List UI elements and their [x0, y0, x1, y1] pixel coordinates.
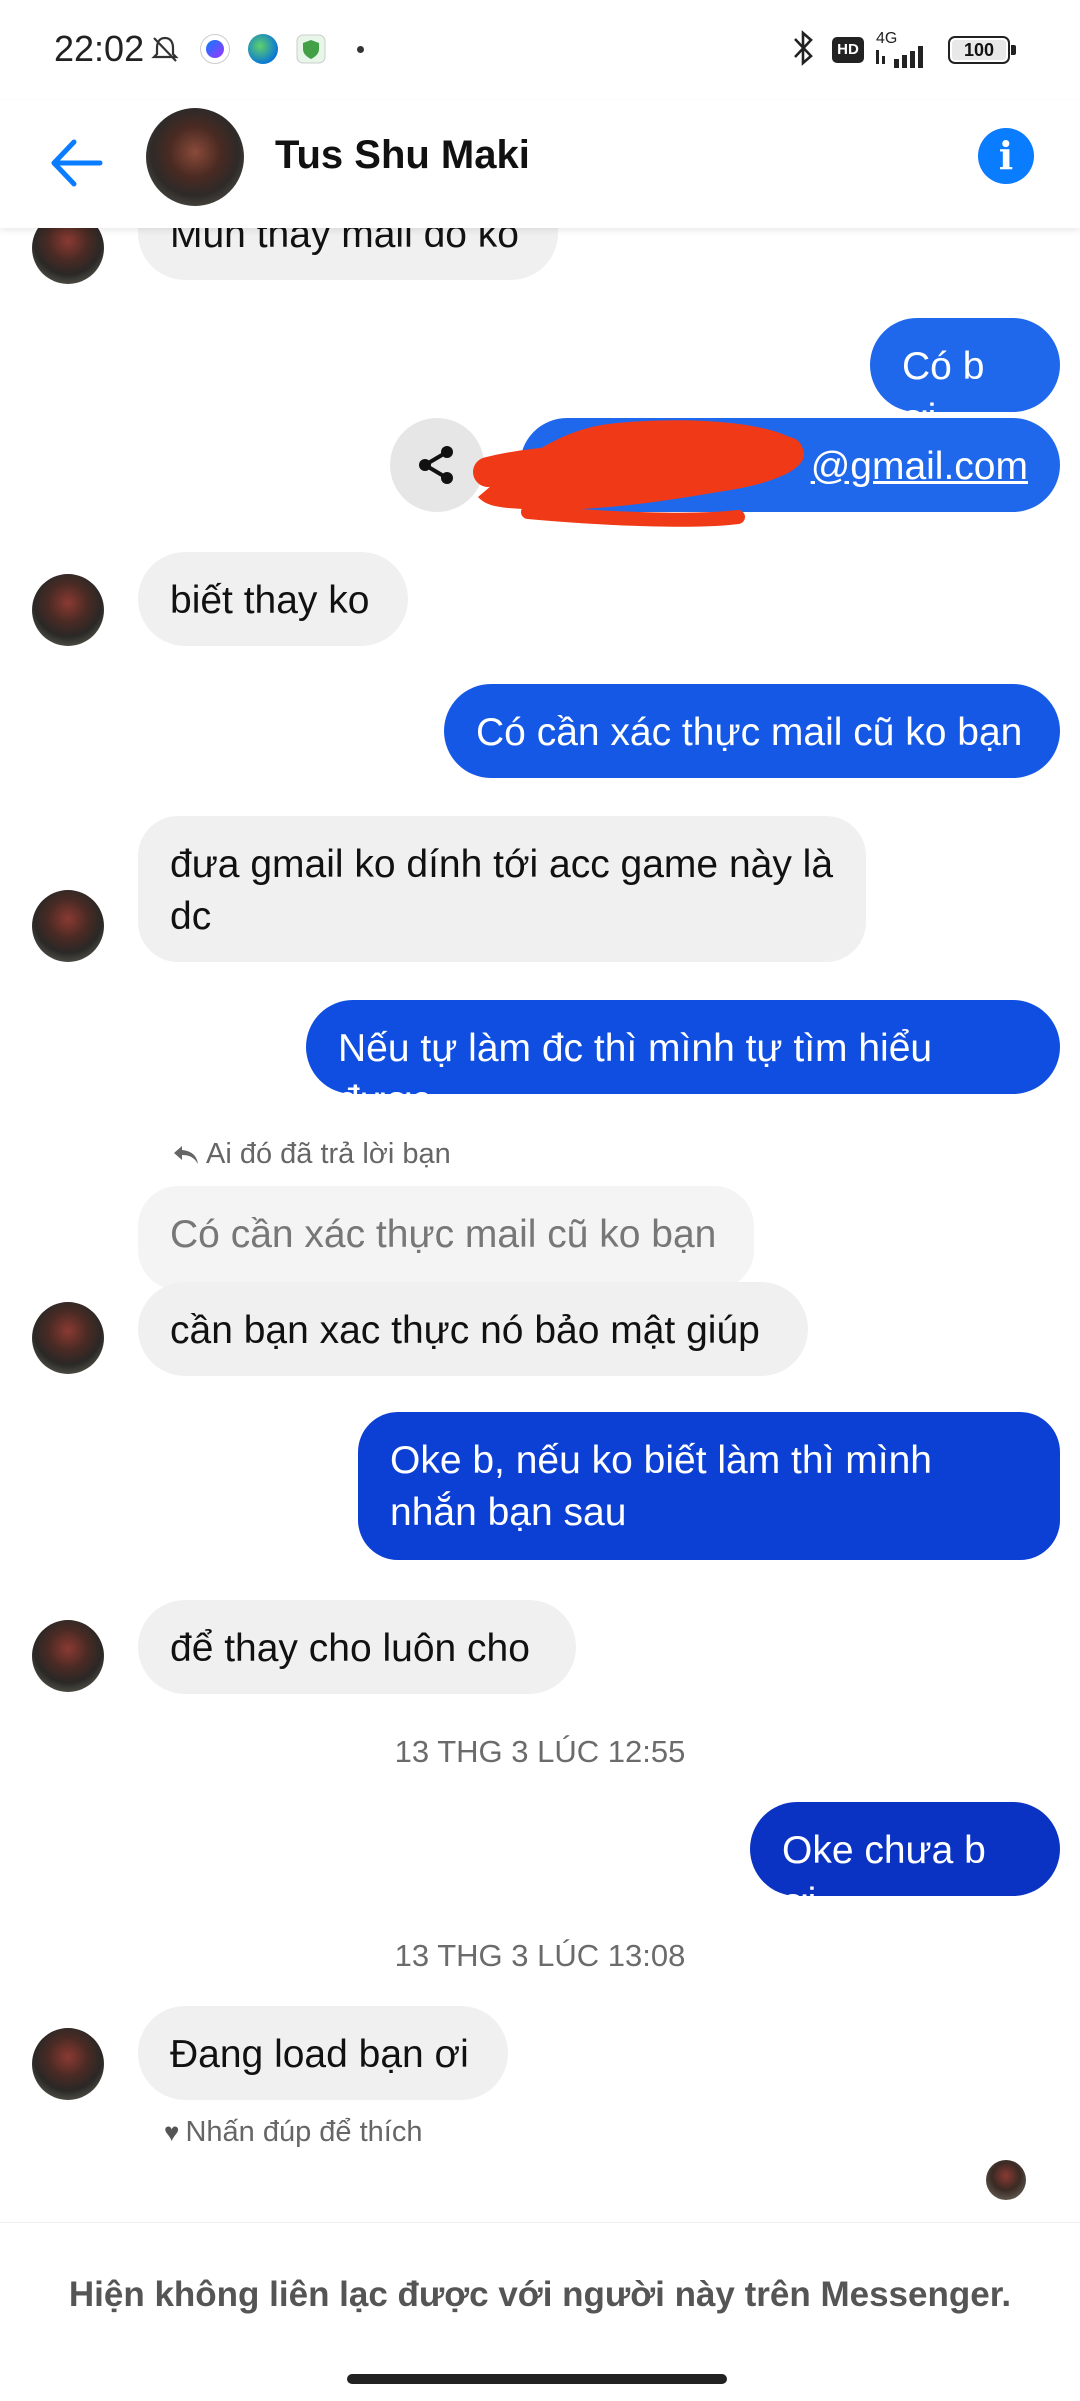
- quoted-message[interactable]: Có cần xác thực mail cũ ko bạn: [138, 1186, 754, 1290]
- contact-avatar[interactable]: [32, 1620, 104, 1692]
- seen-avatar: [986, 2160, 1026, 2200]
- message-incoming[interactable]: biết thay ko: [138, 552, 408, 646]
- double-tap-hint: ♥ Nhấn đúp để thích: [164, 2116, 422, 2149]
- contact-avatar[interactable]: [32, 2028, 104, 2100]
- reply-indicator: Ai đó đã trả lời bạn: [172, 1138, 451, 1171]
- info-button[interactable]: i: [978, 128, 1034, 184]
- message-thread[interactable]: Mun thay mail đó ko Có b ơi @gmail.com b…: [0, 0, 1080, 2222]
- hint-label: Nhấn đúp để thích: [185, 2116, 423, 2148]
- timestamp: 13 THG 3 LÚC 12:55: [394, 1734, 686, 1769]
- reply-arrow-icon: [174, 1146, 198, 1165]
- unavailable-message: Hiện không liên lạc được với người này t…: [68, 2275, 1012, 2314]
- message-incoming[interactable]: Đang load bạn ơi: [138, 2006, 508, 2100]
- home-indicator[interactable]: [347, 2374, 727, 2384]
- message-outgoing[interactable]: Oke chưa b ơi: [750, 1802, 1060, 1924]
- message-incoming[interactable]: để thay cho luôn cho: [138, 1600, 576, 1694]
- message-outgoing[interactable]: Oke b, nếu ko biết làm thì mình nhắn bạn…: [358, 1412, 1060, 1560]
- message-outgoing[interactable]: Có b ơi: [870, 318, 1060, 440]
- back-button[interactable]: [44, 130, 110, 196]
- contact-avatar[interactable]: [32, 890, 104, 962]
- chat-header: Tus Shu Maki i: [0, 100, 1080, 228]
- contact-avatar-header[interactable]: [146, 108, 244, 206]
- message-outgoing[interactable]: Có cần xác thực mail cũ ko bạn: [444, 684, 1060, 778]
- redaction-scribble: [473, 420, 805, 527]
- message-incoming[interactable]: cần bạn xac thực nó bảo mật giúp: [138, 1282, 808, 1376]
- heart-icon: ♥: [164, 2117, 180, 2147]
- reply-label: Ai đó đã trả lời bạn: [206, 1138, 451, 1170]
- info-icon: i: [998, 133, 1014, 178]
- email-link[interactable]: @gmail.com: [811, 445, 1028, 488]
- timestamp: 13 THG 3 LÚC 13:08: [394, 1938, 686, 1973]
- share-icon: [419, 446, 453, 484]
- contact-avatar[interactable]: [32, 574, 104, 646]
- contact-avatar[interactable]: [32, 1302, 104, 1374]
- contact-name[interactable]: Tus Shu Maki: [275, 133, 530, 178]
- message-outgoing[interactable]: Nếu tự làm đc thì mình tự tìm hiểu được: [306, 1000, 1060, 1122]
- message-incoming[interactable]: đưa gmail ko dính tới acc game này là dc: [138, 816, 866, 962]
